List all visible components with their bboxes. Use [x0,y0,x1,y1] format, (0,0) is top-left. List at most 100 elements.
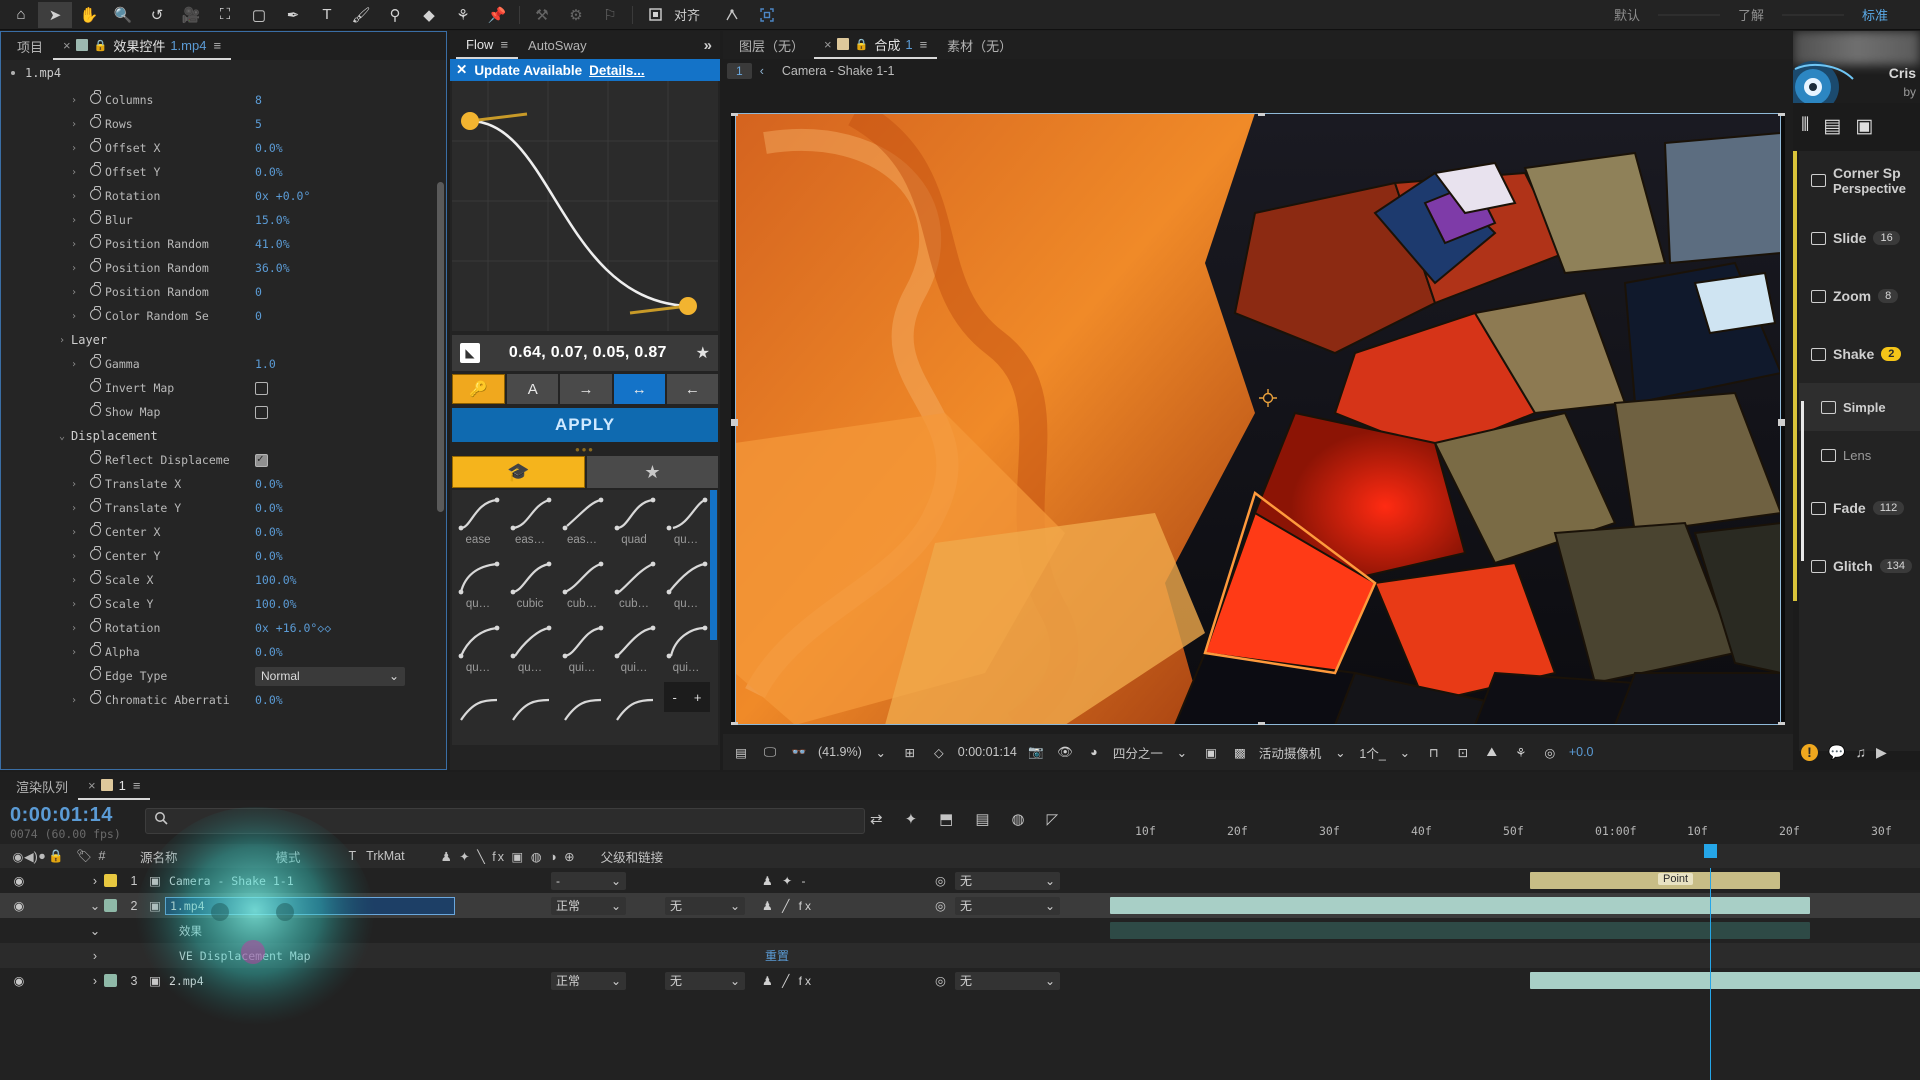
layer-twirl-icon[interactable]: ⌄ [86,898,104,913]
puppet-pin-tool-icon[interactable]: 📌 [480,2,514,28]
twirl-icon[interactable]: › [63,215,85,226]
preset-item[interactable]: qu… [504,618,556,682]
preset-item[interactable]: qu… [660,554,712,618]
property-value[interactable]: 0 [255,309,262,323]
effect-property-row[interactable]: Reflect Displaceme [1,448,446,472]
stopwatch-icon[interactable] [85,474,105,491]
resize-handle-tl[interactable] [731,113,738,116]
list-view-icon[interactable]: ▤ [1823,115,1841,138]
layer-source-name[interactable]: 2.mp4 [165,974,204,988]
effect-controls-scrollbar[interactable] [437,182,444,512]
guides-icon[interactable]: ⊓ [1424,742,1444,762]
region-of-interest-icon[interactable]: ⊞ [900,742,920,762]
rotation-tool-icon[interactable]: ↺ [140,2,174,28]
mask-outline-icon[interactable]: ◇ [929,742,949,762]
puppet-overlap-tool-icon[interactable]: ⚒ [525,2,559,28]
type-tool-icon[interactable]: T [310,2,344,28]
property-value[interactable]: 1.0 [255,357,276,371]
flow-menu-icon[interactable]: ≡ [500,37,508,52]
stopwatch-icon[interactable] [85,618,105,635]
composition-tab-1[interactable]: × 🔒 合成 1 ≡ [814,31,938,59]
exposure-value[interactable]: +0.0 [1569,745,1594,759]
twirl-icon[interactable]: › [63,263,85,274]
right-preset-glitch[interactable]: Glitch 134 [1799,537,1920,595]
property-value[interactable]: 0 [255,285,262,299]
preset-item[interactable]: cub… [556,554,608,618]
views-value[interactable]: 1个_ [1359,743,1385,762]
stopwatch-icon[interactable] [85,402,105,419]
layer-color-swatch[interactable] [104,874,117,887]
close-icon[interactable]: × [88,778,96,793]
stopwatch-icon[interactable] [85,498,105,515]
property-value[interactable]: 0.0% [255,645,283,659]
close-icon[interactable]: × [824,37,832,52]
twirl-icon[interactable]: › [63,95,85,106]
monitor-icon[interactable]: 🖵 [760,742,780,762]
stopwatch-icon[interactable] [85,666,105,683]
resize-handle-mr[interactable] [1778,419,1785,426]
composition-tab-2[interactable]: 素材（无） [937,31,1022,59]
layer-parent-dropdown[interactable]: 无 ⌄ [955,896,1060,915]
stopwatch-icon[interactable] [85,282,105,299]
preset-item[interactable] [608,682,660,726]
keyframe-mode-button[interactable]: 🔑 [452,374,506,404]
zoom-tool-icon[interactable]: 🔍 [106,2,140,28]
composition-tab-0[interactable]: 图层（无） [729,31,814,59]
layer-video-toggle[interactable]: ◉ [12,873,26,888]
twirl-icon[interactable]: › [63,479,85,490]
right-preset-simple[interactable]: Simple [1799,383,1920,431]
cti-handle[interactable] [1704,844,1717,858]
twirl-icon[interactable]: › [63,527,85,538]
workspace-active[interactable]: 标准 [1844,5,1906,24]
preset-item[interactable]: qu… [452,554,504,618]
stopwatch-icon[interactable] [85,594,105,611]
twirl-icon[interactable]: › [63,191,85,202]
align-panel-icon[interactable] [638,2,672,28]
property-value[interactable]: 0.0% [255,549,283,563]
property-checkbox[interactable] [255,452,268,467]
effect-property-row[interactable]: Edge Type Normal ⌄ [1,664,446,688]
preset-scrollbar[interactable] [710,490,717,640]
zoom-level[interactable]: (41.9%) [818,745,862,759]
panel-menu-icon[interactable]: ≡ [133,778,141,793]
layer-mode-dropdown[interactable]: - ⌄ [551,871,626,890]
effect-property-row[interactable]: › Columns 8 [1,88,446,112]
layer-twirl-icon[interactable]: › [86,874,104,888]
effect-controls-tab-1[interactable]: × 🔒 效果控件 1.mp4 ≡ [53,32,232,60]
effect-property-row[interactable]: › Center X 0.0% [1,520,446,544]
property-dropdown[interactable]: Normal ⌄ [255,666,405,686]
comp-flowchart-icon[interactable]: ⚘ [1511,742,1531,762]
graph-editor-icon[interactable]: ◸ [1047,810,1059,828]
home-icon[interactable]: ⌂ [4,2,38,28]
effect-property-row[interactable]: › Chromatic Aberrati 0.0% [1,688,446,712]
chevron-down-icon-4[interactable]: ⌄ [1395,742,1415,762]
effect-property-row[interactable]: › Layer [1,328,446,352]
workspace-item-1[interactable]: 了解 [1720,5,1782,24]
layer-source-name[interactable]: 1.mp4 [165,896,455,915]
sliders-icon[interactable]: ⦀ [1801,115,1809,137]
reset-exposure-icon[interactable]: ◎ [1540,742,1560,762]
twirl-icon[interactable]: › [63,167,85,178]
resolution-value[interactable]: 四分之一 [1113,743,1163,762]
effect-controls-tab-0[interactable]: 项目 [7,32,53,60]
stopwatch-icon[interactable] [85,210,105,227]
effect-property-row[interactable]: › Scale X 100.0% [1,568,446,592]
grid-guides-icon[interactable] [750,2,784,28]
active-camera-value[interactable]: 活动摄像机 [1259,743,1322,762]
twirl-icon[interactable]: › [63,647,85,658]
property-value[interactable]: 5 [255,117,262,131]
timeline-tab-0[interactable]: 渲染队列 [6,772,78,800]
resize-handle-bl[interactable] [731,722,738,725]
property-value[interactable]: 0.0% [255,525,283,539]
stopwatch-icon[interactable] [85,234,105,251]
track-bar-2mp4[interactable] [1530,972,1920,989]
pen-tool-icon[interactable]: ✒ [276,2,310,28]
toggle-mask-icon[interactable]: ▣ [1201,742,1221,762]
effect-property-row[interactable]: › Blur 15.0% [1,208,446,232]
effect-property-row[interactable]: Show Map [1,400,446,424]
search-input[interactable] [145,808,865,834]
effect-property-row[interactable]: › Color Random Se 0 [1,304,446,328]
snapping-icon[interactable] [716,2,750,28]
twirl-icon[interactable]: › [63,359,85,370]
property-value[interactable]: 36.0% [255,261,290,275]
